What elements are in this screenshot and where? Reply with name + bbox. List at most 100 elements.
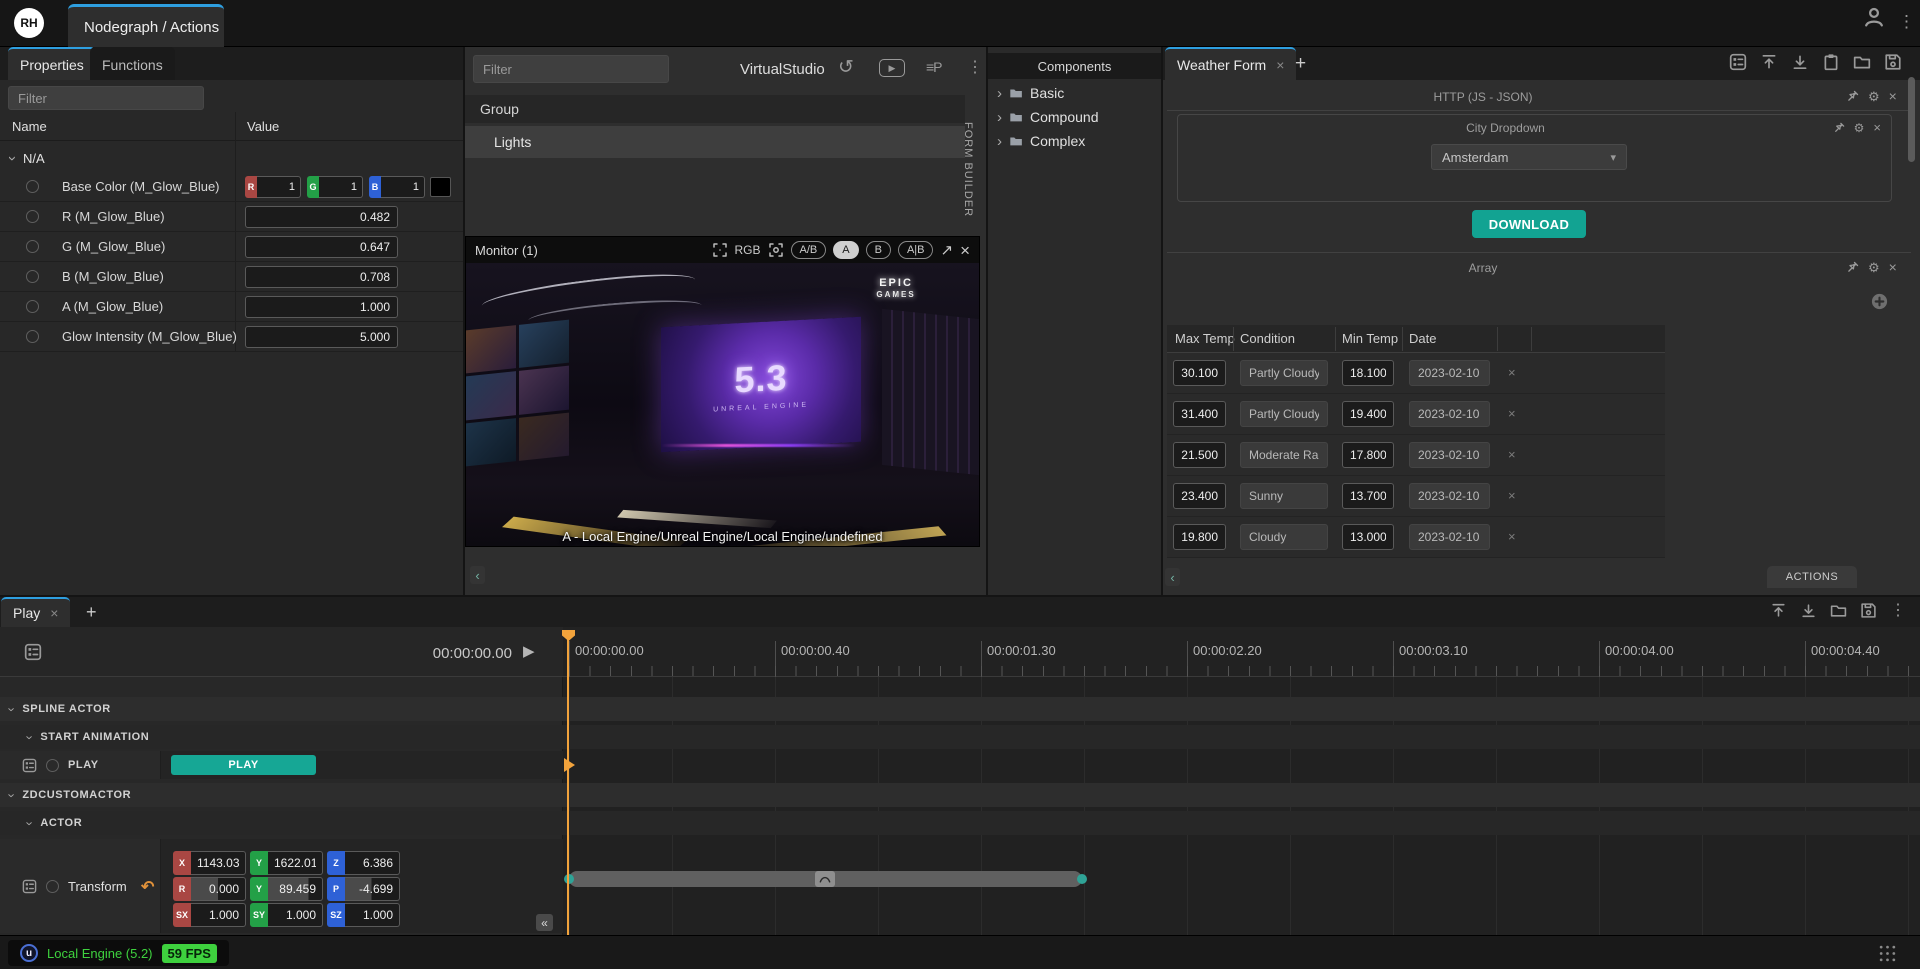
track-group-start-animation[interactable]: › START ANIMATION — [0, 725, 1920, 749]
min-temp-input[interactable] — [1342, 360, 1394, 386]
timeline-ruler[interactable]: 00:00:00.00 00:00:00.40 00:00:01.30 00:0… — [563, 627, 1920, 677]
property-radio[interactable] — [26, 270, 39, 283]
color-g-field[interactable]: G — [307, 176, 363, 198]
expand-icon[interactable] — [712, 242, 728, 258]
min-temp-input[interactable] — [1342, 483, 1394, 509]
transform-pitch-field[interactable]: P — [327, 877, 400, 901]
split-aib-button[interactable]: A|B — [898, 241, 934, 259]
condition-input[interactable] — [1240, 360, 1328, 386]
condition-input[interactable] — [1240, 524, 1328, 550]
max-temp-input[interactable] — [1173, 524, 1226, 550]
city-dropdown-select[interactable]: Amsterdam ▾ — [1431, 144, 1627, 170]
column-header-name[interactable]: Name — [12, 112, 47, 140]
delete-row-icon[interactable]: × — [1508, 365, 1516, 380]
condition-input[interactable] — [1240, 483, 1328, 509]
transform-roll-field[interactable]: R — [173, 877, 246, 901]
date-input[interactable] — [1409, 360, 1490, 386]
channel-b-button[interactable]: B — [866, 241, 891, 259]
color-swatch[interactable] — [430, 177, 451, 197]
save-icon[interactable] — [1860, 602, 1877, 619]
transform-sy-input[interactable] — [268, 903, 323, 927]
gear-icon[interactable]: ⚙ — [1854, 122, 1865, 134]
transform-y-input[interactable] — [268, 851, 323, 875]
virtualstudio-filter-input[interactable] — [473, 55, 669, 83]
play-keyframe-marker[interactable] — [564, 758, 575, 772]
color-b-field[interactable]: B — [369, 176, 425, 198]
property-radio[interactable] — [26, 180, 39, 193]
app-logo[interactable]: RH — [14, 8, 44, 38]
track-group-spline-actor[interactable]: › SPLINE ACTOR — [0, 697, 1920, 721]
close-icon[interactable]: × — [1889, 89, 1897, 103]
timeline-kebab-menu[interactable]: ⋮ — [1890, 603, 1906, 619]
scroll-left-button[interactable]: ‹ — [1165, 568, 1180, 586]
property-value-input[interactable] — [245, 326, 398, 348]
condition-input[interactable] — [1240, 442, 1328, 468]
save-icon[interactable] — [1884, 53, 1902, 71]
add-tab-button[interactable]: + — [1295, 54, 1306, 73]
gear-icon[interactable]: ⚙ — [1868, 90, 1880, 103]
rgb-mode-button[interactable]: RGB — [735, 243, 761, 257]
undo-icon[interactable]: ↶ — [141, 877, 154, 897]
tab-properties[interactable]: Properties — [8, 47, 96, 80]
topbar-kebab-menu[interactable]: ⋮ — [1898, 13, 1915, 30]
close-icon[interactable]: × — [1889, 260, 1897, 274]
add-row-icon[interactable] — [1870, 292, 1889, 311]
transform-z-field[interactable]: Z — [327, 851, 400, 875]
focus-icon[interactable] — [768, 242, 784, 258]
tab-close-icon[interactable]: × — [1276, 57, 1284, 73]
property-value-input[interactable] — [245, 296, 398, 318]
color-g-input[interactable] — [319, 176, 363, 198]
track-radio[interactable] — [46, 880, 59, 893]
date-input[interactable] — [1409, 401, 1490, 427]
track-row-play-name[interactable]: PLAY — [0, 751, 160, 779]
color-b-input[interactable] — [381, 176, 425, 198]
tree-item-compound[interactable]: › Compound — [988, 105, 1161, 129]
transform-y-field[interactable]: Y — [250, 851, 323, 875]
color-r-field[interactable]: R — [245, 176, 301, 198]
form-kebab-menu[interactable]: ⋮ — [1915, 54, 1920, 70]
add-tab-button[interactable]: + — [86, 603, 97, 621]
property-radio[interactable] — [26, 300, 39, 313]
panel-kebab-menu[interactable]: ⋮ — [967, 60, 983, 76]
collapse-panel-button[interactable]: « — [536, 914, 553, 931]
track-group-zdcustomactor[interactable]: › ZDCUSTOMACTOR — [0, 783, 1920, 807]
form-builder-side-tab[interactable]: FORM BUILDER — [962, 122, 974, 217]
monitor-close-icon[interactable]: × — [960, 242, 970, 259]
min-temp-input[interactable] — [1342, 524, 1394, 550]
folder-icon[interactable] — [1830, 602, 1847, 619]
sequence-icon[interactable] — [24, 643, 42, 661]
tab-close-icon[interactable]: × — [50, 605, 58, 621]
tree-item-basic[interactable]: › Basic — [988, 81, 1161, 105]
transform-pitch-input[interactable] — [345, 877, 400, 901]
transform-x-field[interactable]: X — [173, 851, 246, 875]
max-temp-input[interactable] — [1173, 401, 1226, 427]
keyframe-curve-button[interactable] — [815, 871, 835, 887]
tree-item-complex[interactable]: › Complex — [988, 129, 1161, 153]
scroll-left-button[interactable]: ‹ — [470, 566, 485, 584]
group-header-row[interactable]: Group — [465, 95, 965, 123]
property-value-input[interactable] — [245, 206, 398, 228]
property-radio[interactable] — [26, 210, 39, 223]
vertical-scrollbar-thumb[interactable] — [1908, 77, 1915, 162]
transform-sx-field[interactable]: SX — [173, 903, 246, 927]
tab-play[interactable]: Play × — [1, 597, 70, 627]
folder-icon[interactable] — [1853, 53, 1871, 71]
color-r-input[interactable] — [257, 176, 301, 198]
max-temp-input[interactable] — [1173, 360, 1226, 386]
transform-sz-input[interactable] — [345, 903, 400, 927]
property-group-na[interactable]: › N/A — [0, 145, 463, 172]
pin-icon[interactable] — [1834, 122, 1845, 133]
close-icon[interactable]: × — [1873, 121, 1881, 134]
transform-sz-field[interactable]: SZ — [327, 903, 400, 927]
actions-bottom-tab[interactable]: ACTIONS — [1767, 566, 1857, 588]
playhead-line[interactable] — [567, 630, 569, 937]
preview-play-icon[interactable]: ▶ — [879, 59, 905, 77]
date-input[interactable] — [1409, 524, 1490, 550]
history-icon[interactable]: ↺ — [838, 58, 854, 77]
playlist-icon[interactable]: ≡P — [926, 60, 942, 74]
delete-row-icon[interactable]: × — [1508, 488, 1516, 503]
tab-nodegraph-actions[interactable]: Nodegraph / Actions — [68, 4, 224, 47]
play-icon[interactable]: ▶ — [523, 644, 535, 659]
track-group-actor[interactable]: › ACTOR — [0, 811, 1920, 835]
transform-sy-field[interactable]: SY — [250, 903, 323, 927]
